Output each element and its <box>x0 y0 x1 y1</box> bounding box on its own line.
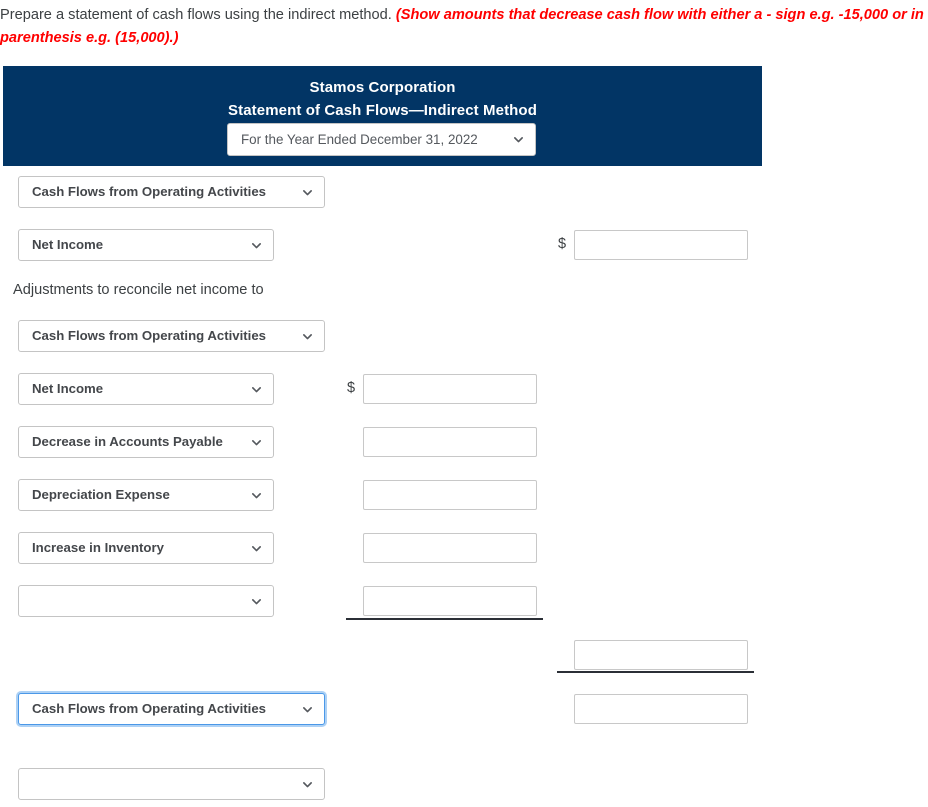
input-subtotal-adjustments[interactable] <box>574 640 748 670</box>
period-select[interactable]: For the Year Ended December 31, 2022 <box>227 123 536 156</box>
instructions-paragraph: Prepare a statement of cash flows using … <box>0 4 928 50</box>
adjustments-label: Adjustments to reconcile net income to <box>13 282 264 298</box>
input-increase-inventory[interactable] <box>363 533 537 563</box>
select-decrease-accounts-payable-value: Decrease in Accounts Payable <box>32 434 223 449</box>
input-decrease-accounts-payable[interactable] <box>363 427 537 457</box>
dollar-sign-net-income-2: $ <box>347 380 356 396</box>
select-net-income-1[interactable]: Net Income <box>18 229 274 261</box>
dollar-sign-net-income-1: $ <box>558 236 567 252</box>
select-section-operating-2[interactable]: Cash Flows from Operating Activities <box>18 320 325 352</box>
input-blank-adjustment[interactable] <box>363 586 537 616</box>
chevron-down-icon <box>250 586 263 616</box>
input-net-income-2[interactable] <box>363 374 537 404</box>
select-section-operating-2-value: Cash Flows from Operating Activities <box>32 328 267 343</box>
select-depreciation-expense-value: Depreciation Expense <box>32 487 170 502</box>
instructions-main-text: Prepare a statement of cash flows using … <box>0 7 396 23</box>
input-net-income-1[interactable] <box>574 230 748 260</box>
subtotal-rule-adjustments <box>346 618 543 620</box>
input-depreciation-expense[interactable] <box>363 480 537 510</box>
period-select-value: For the Year Ended December 31, 2022 <box>241 132 478 147</box>
select-increase-inventory-value: Increase in Inventory <box>32 540 164 555</box>
select-blank-adjustment[interactable] <box>18 585 274 617</box>
chevron-down-icon <box>301 769 314 799</box>
select-net-income-1-value: Net Income <box>32 237 104 252</box>
company-name: Stamos Corporation <box>309 79 456 96</box>
chevron-down-icon <box>250 533 263 563</box>
select-depreciation-expense[interactable]: Depreciation Expense <box>18 479 274 511</box>
chevron-down-icon <box>250 480 263 510</box>
chevron-down-icon <box>301 177 314 207</box>
select-decrease-accounts-payable[interactable]: Decrease in Accounts Payable <box>18 426 274 458</box>
chevron-down-icon <box>250 427 263 457</box>
select-increase-inventory[interactable]: Increase in Inventory <box>18 532 274 564</box>
select-section-operating-1[interactable]: Cash Flows from Operating Activities <box>18 176 325 208</box>
chevron-down-icon <box>512 124 525 155</box>
select-net-income-2[interactable]: Net Income <box>18 373 274 405</box>
select-blank-section-bottom[interactable] <box>18 768 325 800</box>
chevron-down-icon <box>301 694 314 724</box>
subtotal-rule-net-cash <box>557 671 754 673</box>
input-section-operating-3[interactable] <box>574 694 748 724</box>
statement-title: Statement of Cash Flows—Indirect Method <box>228 102 537 119</box>
select-net-income-2-value: Net Income <box>32 381 104 396</box>
select-section-operating-3-value: Cash Flows from Operating Activities <box>32 701 267 716</box>
chevron-down-icon <box>250 230 263 260</box>
select-section-operating-1-value: Cash Flows from Operating Activities <box>32 184 267 199</box>
chevron-down-icon <box>301 321 314 351</box>
chevron-down-icon <box>250 374 263 404</box>
select-section-operating-3[interactable]: Cash Flows from Operating Activities <box>18 693 325 725</box>
